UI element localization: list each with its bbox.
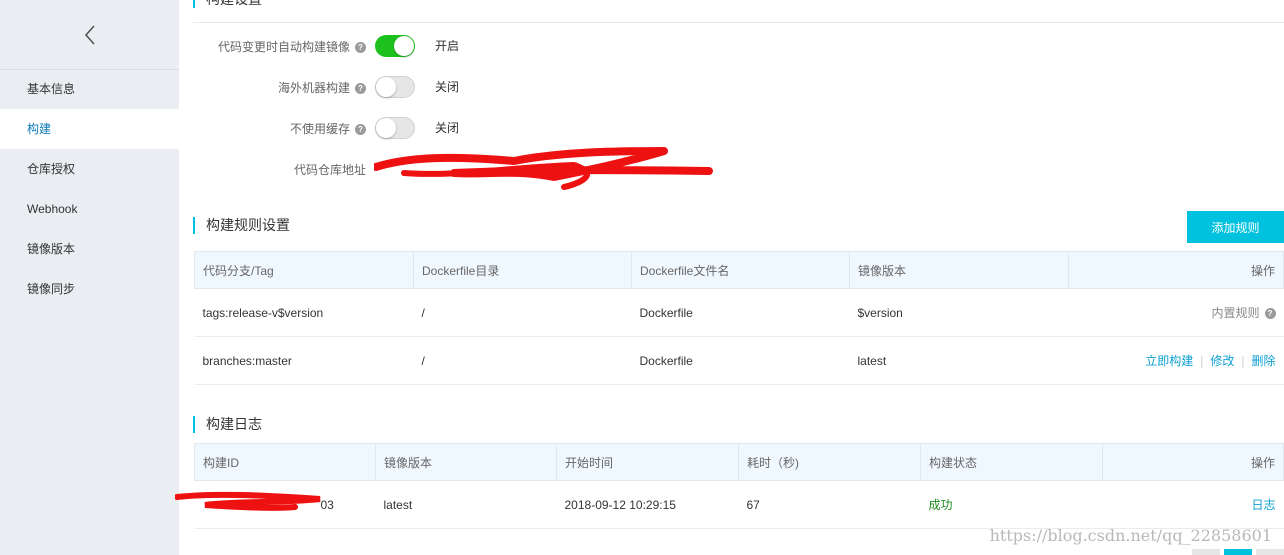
redaction-scribble [174,491,320,511]
repo-address-label: 代码仓库地址 [293,163,366,177]
watermark: https://blog.csdn.net/qq_22858601 [989,526,1272,545]
sidebar-item-repo-auth[interactable]: 仓库授权 [0,149,179,189]
edit-link[interactable]: 修改 [1210,354,1234,368]
auto-build-label: 代码变更时自动构建镜像? [218,35,366,59]
col-dockerfile-dir: Dockerfile目录 [413,251,632,289]
pagination-next[interactable] [1256,549,1284,555]
redaction-scribble [374,147,713,190]
help-icon[interactable]: ? [355,42,366,54]
sidebar-item-image-sync[interactable]: 镜像同步 [0,269,179,309]
col-duration: 耗时（秒) [738,443,921,481]
rule-actions: 内置规则? [1068,288,1284,337]
log-start-time: 2018-09-12 10:29:15 [556,480,739,529]
rule-dir: / [413,336,632,385]
rule-file: Dockerfile [631,336,850,385]
col-actions: 操作 [1068,251,1284,289]
col-image-version: 镜像版本 [849,251,1069,289]
chevron-left-icon [84,24,95,45]
col-start-time: 开始时间 [556,443,739,481]
separator: | [1200,354,1204,368]
no-cache-label: 不使用缓存? [290,117,366,141]
pagination-prev[interactable] [1192,549,1220,555]
main-content: 构建设置 代码变更时自动构建镜像? 开启 海外机器构建? 关闭 不使用缓存? 关… [174,0,1284,555]
sidebar-item-image-versions[interactable]: 镜像版本 [0,229,179,269]
sidebar: 基本信息 构建 仓库授权 Webhook 镜像版本 镜像同步 [0,0,179,555]
sidebar-item-webhook[interactable]: Webhook [0,189,179,229]
setting-overseas-build: 海外机器构建? [179,76,366,100]
sidebar-item-build[interactable]: 构建 [0,109,179,149]
builtin-rule-label: 内置规则 [1211,306,1260,320]
pagination-current[interactable] [1224,549,1252,555]
overseas-build-state: 关闭 [435,80,460,94]
help-icon[interactable]: ? [355,124,366,136]
help-icon[interactable]: ? [1264,308,1276,320]
rule-branch: tags:release-v$version [194,288,414,337]
overseas-build-toggle[interactable] [375,76,415,98]
auto-build-toggle[interactable] [375,35,415,57]
overseas-build-label: 海外机器构建? [278,76,366,100]
setting-repo-address: 代码仓库地址 [179,158,366,182]
setting-auto-build: 代码变更时自动构建镜像? [179,35,366,59]
col-actions: 操作 [1102,443,1284,481]
rule-actions: 立即构建 | 修改 | 删除 [1068,336,1284,385]
build-settings-title: 构建设置 [193,0,262,8]
sidebar-item-basic-info[interactable]: 基本信息 [0,69,179,109]
toggle-knob [376,118,396,138]
table-row: 03 latest 2018-09-12 10:29:15 67 成功 日志 [174,480,1284,529]
no-cache-state: 关闭 [435,121,460,135]
add-rule-button[interactable]: 添加规则 [1187,211,1284,243]
rule-dir: / [413,288,632,337]
setting-no-cache: 不使用缓存? [179,117,366,141]
delete-link[interactable]: 删除 [1251,354,1275,368]
build-rules-title: 构建规则设置 [193,217,290,234]
rule-version: $version [849,288,1069,337]
table-row: tags:release-v$version / Dockerfile $ver… [194,288,1284,337]
no-cache-toggle[interactable] [375,117,415,139]
log-version: latest [375,480,557,529]
separator: | [1241,354,1245,368]
log-duration: 67 [738,480,921,529]
rule-branch: branches:master [194,336,414,385]
build-log-title: 构建日志 [193,416,262,433]
log-actions: 日志 [1102,480,1284,529]
back-button[interactable] [0,0,179,70]
table-row: branches:master / Dockerfile latest 立即构建… [194,336,1284,385]
help-icon[interactable]: ? [355,83,366,95]
section-divider [193,22,1284,23]
rule-version: latest [849,336,1069,385]
log-status: 成功 [920,480,1103,529]
col-build-status: 构建状态 [920,443,1103,481]
rule-file: Dockerfile [631,288,850,337]
build-rules-table: 代码分支/Tag Dockerfile目录 Dockerfile文件名 镜像版本… [194,251,1284,385]
toggle-knob [394,36,414,56]
toggle-knob [376,77,396,97]
col-branch-tag: 代码分支/Tag [194,251,414,289]
col-dockerfile-name: Dockerfile文件名 [631,251,850,289]
col-build-id: 构建ID [194,443,376,481]
col-image-version: 镜像版本 [375,443,557,481]
build-log-table: 构建ID 镜像版本 开始时间 耗时（秒) 构建状态 操作 03 latest 2… [174,443,1284,529]
build-now-link[interactable]: 立即构建 [1145,354,1193,368]
auto-build-state: 开启 [435,39,460,53]
build-id-cell: 03 [174,480,376,529]
view-log-link[interactable]: 日志 [1251,498,1275,512]
